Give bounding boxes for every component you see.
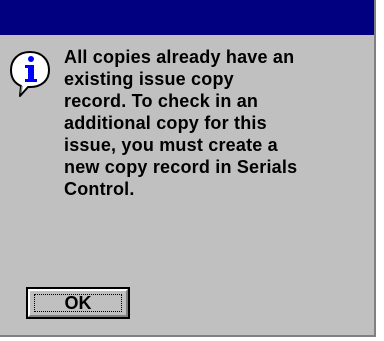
message-line: existing issue copy [64,69,234,89]
message-line: new copy record in Serials [64,157,298,177]
ok-button[interactable]: OK [26,287,130,319]
message-line: Control. [64,179,135,199]
message-line: issue, you must create a [64,135,278,155]
message-line: All copies already have an [64,47,295,67]
ok-button-label: OK [64,293,92,313]
dialog-message: All copies already have an existing issu… [64,46,364,200]
message-line: record. To check in an [64,91,259,111]
message-dialog: All copies already have an existing issu… [0,0,376,337]
information-icon [8,49,52,99]
message-line: additional copy for this [64,113,267,133]
dialog-titlebar[interactable] [0,0,374,35]
